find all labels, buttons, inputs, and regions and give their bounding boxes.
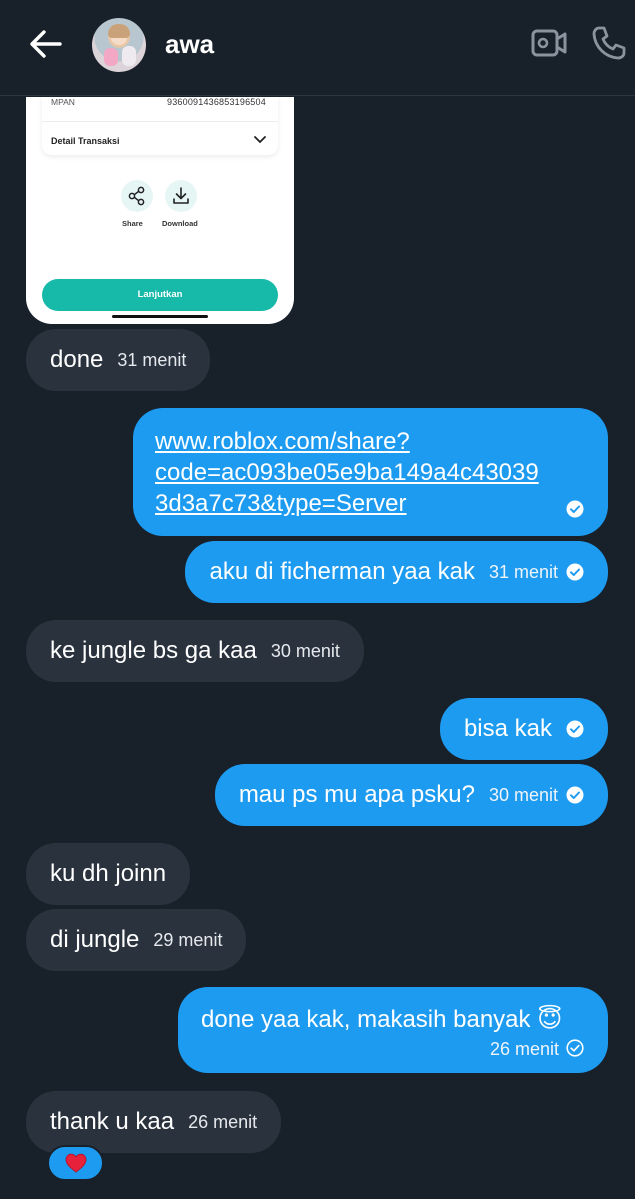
message-bubble-incoming[interactable]: di jungle 29 menit <box>26 909 247 971</box>
message-bubble-incoming[interactable]: ku dh joinn <box>26 843 191 905</box>
message-time: 31 menit <box>117 349 187 370</box>
continue-button: Lanjutkan <box>42 279 278 311</box>
message-time: 30 menit <box>270 640 340 661</box>
contact-name[interactable]: awa <box>165 29 214 60</box>
link-line: 3d3a7c73&type=Server <box>155 490 407 517</box>
message-time: 26 menit <box>489 1039 559 1059</box>
message-time: 31 menit <box>488 561 558 582</box>
heart-icon <box>65 1153 86 1173</box>
message-text: done <box>50 346 104 373</box>
detail-transaction-label: Detail Transaksi <box>51 136 120 146</box>
shared-image-message[interactable]: MPAN 9360091436853196504 Detail Transaks… <box>26 97 294 324</box>
message-text: ke jungle bs ga kaa <box>50 637 257 664</box>
link-line: www.roblox.com/share? <box>155 428 410 455</box>
message-text: thank u kaa <box>50 1108 175 1135</box>
card-divider <box>42 121 278 122</box>
message-text: ku dh joinn <box>50 860 167 887</box>
download-button <box>165 180 197 212</box>
chevron-down-icon <box>254 136 266 144</box>
home-indicator <box>112 315 208 318</box>
message-text: aku di ficherman yaa kak <box>209 558 475 585</box>
message-bubble-incoming[interactable]: done 31 menit <box>26 329 211 391</box>
read-check-icon <box>566 720 584 738</box>
message-text: mau ps mu apa psku? <box>238 781 475 808</box>
message-bubble-outgoing[interactable]: done yaa kak, makasih banyak 😇 26 menit <box>178 987 608 1073</box>
message-time: 26 menit <box>188 1111 258 1132</box>
message-text: done yaa kak, makasih banyak 😇 <box>201 1006 563 1033</box>
message-text: bisa kak <box>463 715 552 742</box>
chat-header: awa <box>0 0 635 96</box>
message-bubble-outgoing[interactable]: bisa kak <box>439 698 608 760</box>
contact-avatar[interactable] <box>92 18 146 72</box>
message-bubble-outgoing-link[interactable]: www.roblox.com/share? code=ac093be05e9ba… <box>133 408 608 536</box>
link-line: code=ac093be05e9ba149a4c43039 <box>155 459 539 486</box>
phone-icon <box>592 26 626 60</box>
message-time: 30 menit <box>488 784 558 805</box>
arrow-left-icon <box>30 30 62 58</box>
share-icon <box>128 186 145 206</box>
video-call-button[interactable] <box>530 26 568 60</box>
message-bubble-outgoing[interactable]: mau ps mu apa psku? 30 menit <box>214 764 608 826</box>
back-button[interactable] <box>26 26 66 62</box>
share-button <box>121 180 153 212</box>
share-label: Share <box>122 219 143 228</box>
message-text: di jungle <box>50 926 140 953</box>
video-call-icon <box>531 29 567 57</box>
voice-call-button[interactable] <box>590 24 628 62</box>
heart-reaction-badge[interactable] <box>47 1145 104 1181</box>
message-time: 29 menit <box>153 929 223 950</box>
read-check-icon <box>566 563 584 581</box>
read-check-icon <box>566 500 584 518</box>
roblox-share-link[interactable]: www.roblox.com/share? code=ac093be05e9ba… <box>155 426 585 519</box>
read-check-icon <box>566 786 584 804</box>
sent-check-icon <box>566 1039 584 1057</box>
message-bubble-incoming[interactable]: ke jungle bs ga kaa 30 menit <box>26 620 364 682</box>
download-icon <box>173 187 189 204</box>
mpan-label: MPAN <box>51 97 75 107</box>
message-bubble-incoming[interactable]: thank u kaa 26 menit <box>26 1091 282 1153</box>
message-bubble-outgoing[interactable]: aku di ficherman yaa kak 31 menit <box>185 541 608 603</box>
mpan-value: 9360091436853196504 <box>167 97 266 107</box>
download-label: Download <box>162 219 198 228</box>
